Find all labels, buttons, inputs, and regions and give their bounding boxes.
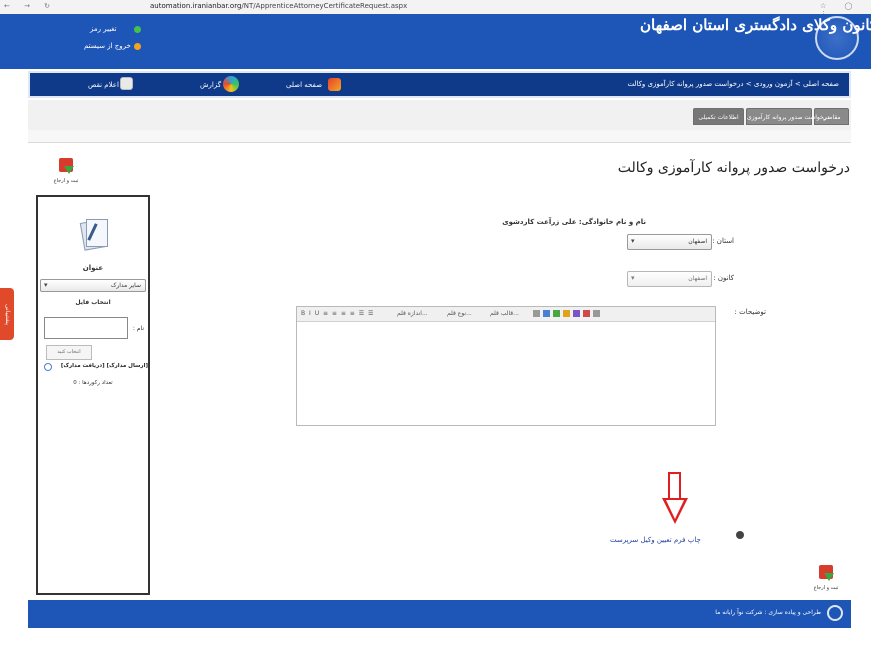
save-and-refer-button-bottom[interactable]: ثبت و ارجاع: [812, 565, 840, 597]
mail-icon: [120, 77, 133, 90]
select-file-button[interactable]: انتخاب کنید: [46, 345, 92, 360]
editor-toolbar: B I U ≡ ≡ ≡ ≡ ☰ ☰ اندازه قلم... نوع قلم.…: [297, 307, 715, 322]
support-side-tab[interactable]: پشتیبانی: [0, 288, 14, 340]
image-icon[interactable]: [543, 310, 550, 317]
tab-supplementary-info[interactable]: اطلاعات تکمیلی: [693, 108, 744, 125]
send-receive-documents-links[interactable]: [ارسال مدارک] [دریافت مدارک]: [44, 363, 148, 369]
font-format-dropdown[interactable]: قالب قلم...: [490, 310, 519, 317]
refresh-icon[interactable]: [44, 363, 52, 371]
nav-mail[interactable]: اعلام نقص: [88, 81, 119, 89]
home-icon: [328, 78, 341, 91]
province-value: اصفهان: [688, 238, 707, 245]
logout-link[interactable]: خروج از سیستم: [84, 42, 131, 50]
red-arrow-head-inner: [666, 500, 684, 519]
source-icon[interactable]: [593, 310, 600, 317]
file-name-input[interactable]: [44, 317, 128, 339]
table-icon[interactable]: [533, 310, 540, 317]
bar-label: کانون :: [713, 274, 734, 282]
footer-bar: طراحی و پیاده سازی : شرکت نوآ رایانه ما: [28, 600, 851, 628]
chevron-down-icon: ▾: [631, 274, 635, 282]
address-bar[interactable]: automation.iranianbar.org/NT/ApprenticeA…: [150, 2, 407, 10]
tab-bar: مقاضی درخواست صدور پروانه کارآموزی اطلاع…: [28, 100, 851, 131]
documents-sidebar: عنوان سایر مدارک ▾ انتخاب فایل نام : انت…: [36, 195, 150, 595]
print-supervisor-form-link[interactable]: چاپ فرم تعیین وکیل سرپرست: [610, 536, 701, 544]
bar-value: اصفهان: [688, 275, 707, 282]
site-title: کانون وکلای دادگستری استان اصفهان: [640, 16, 871, 34]
record-count: تعداد رکوردها : 0: [73, 380, 113, 386]
save-refer-label: ثبت و ارجاع: [813, 585, 839, 591]
save-refer-label: ثبت و ارجاع: [53, 178, 79, 184]
document-type-select[interactable]: سایر مدارک ▾: [40, 279, 146, 292]
browser-nav-buttons[interactable]: ← → ↻: [4, 2, 56, 10]
main-navbar: صفحه اصلی > آزمون ورودی > درخواست صدور پ…: [28, 71, 851, 98]
url-path: /NT/ApprenticeAttorneyCertificateRequest…: [241, 2, 408, 10]
documents-icon: [78, 217, 108, 251]
font-type-dropdown[interactable]: نوع قلم...: [447, 310, 472, 317]
toolbar-strip: [28, 130, 851, 143]
format-buttons[interactable]: B I U ≡ ≡ ≡ ≡ ☰ ☰: [301, 310, 374, 317]
save-and-refer-button-top[interactable]: ثبت و ارجاع: [52, 158, 80, 190]
nav-home[interactable]: صفحه اصلی: [286, 81, 322, 89]
change-password-icon: [134, 26, 141, 33]
nav-reports[interactable]: گزارش: [200, 81, 221, 89]
color-icon[interactable]: [583, 310, 590, 317]
logout-icon: [134, 43, 141, 50]
sidebar-title: عنوان: [82, 264, 104, 272]
description-label: توضیحات :: [734, 308, 766, 316]
breadcrumb: صفحه اصلی > آزمون ورودی > درخواست صدور پ…: [627, 80, 839, 88]
file-name-label: نام :: [132, 325, 144, 332]
description-editor[interactable]: B I U ≡ ≡ ≡ ≡ ☰ ☰ اندازه قلم... نوع قلم.…: [296, 306, 716, 426]
link-icon[interactable]: [553, 310, 560, 317]
province-select[interactable]: اصفهان ▾: [627, 234, 712, 250]
applicant-name: نام و نام خانوادگی: علی زرآعت کاردشوی: [502, 218, 646, 226]
footer-credit: طراحی و پیاده سازی : شرکت نوآ رایانه ما: [715, 609, 821, 616]
tab-certificate-request[interactable]: درخواست صدور پروانه کارآموزی: [746, 108, 829, 125]
province-label: استان :: [712, 237, 734, 245]
company-logo-icon: [827, 605, 843, 621]
print-icon: [736, 531, 744, 539]
down-arrow-icon: [64, 166, 74, 174]
smiley-icon[interactable]: [563, 310, 570, 317]
reports-icon: [223, 76, 239, 92]
site-header: کانون وکلای دادگستری استان اصفهان تغییر …: [0, 14, 871, 69]
bar-select[interactable]: اصفهان ▾: [627, 271, 712, 287]
red-arrow-annotation: [668, 472, 681, 500]
chevron-down-icon: ▾: [44, 281, 48, 289]
url-host: automation.iranianbar.org: [150, 2, 242, 10]
chevron-down-icon: ▾: [631, 237, 635, 245]
document-type-value: سایر مدارک: [110, 282, 141, 289]
page-title: درخواست صدور پروانه کارآموزی وکالت: [617, 160, 850, 176]
browser-bar: ← → ↻ automation.iranianbar.org/NT/Appre…: [0, 0, 871, 18]
choose-file-label: انتخاب فایل: [75, 299, 111, 306]
font-size-dropdown[interactable]: اندازه قلم...: [397, 310, 428, 317]
change-password-link[interactable]: تغییر رمز: [90, 25, 117, 33]
down-arrow-icon: [824, 573, 834, 581]
media-icon[interactable]: [573, 310, 580, 317]
